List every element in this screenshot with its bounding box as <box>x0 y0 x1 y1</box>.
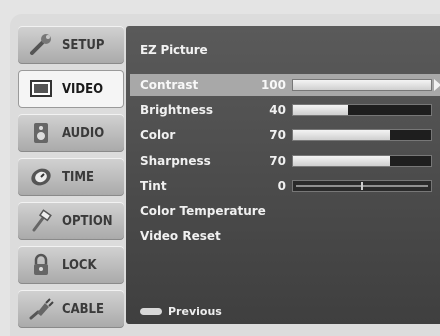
tab-option[interactable]: OPTION <box>18 202 124 240</box>
clock-icon <box>26 164 56 190</box>
previous-label: Previous <box>168 305 222 318</box>
monitor-icon <box>26 76 56 102</box>
cable-plug-icon <box>26 296 56 322</box>
setting-color[interactable]: Color 70 <box>130 124 440 146</box>
slider-fill <box>293 105 349 115</box>
menu-video-reset[interactable]: Video Reset <box>130 225 440 247</box>
tab-time[interactable]: TIME <box>18 158 124 196</box>
setting-label: Brightness <box>140 103 214 117</box>
setting-label: Contrast <box>140 78 199 92</box>
setting-label: Sharpness <box>140 154 211 168</box>
tab-label: AUDIO <box>62 125 105 141</box>
speaker-icon <box>26 120 56 146</box>
panel-title[interactable]: EZ Picture <box>140 43 208 57</box>
tab-label: OPTION <box>62 213 113 229</box>
menu-tabs: SETUP VIDEO AUDIO TIME OPTION LOCK CABLE <box>18 26 124 334</box>
hammer-icon <box>26 208 56 234</box>
setting-value: 0 <box>277 179 286 193</box>
setting-value: 70 <box>269 128 286 142</box>
slider-fill <box>293 156 390 166</box>
tab-audio[interactable]: AUDIO <box>18 114 124 152</box>
arrow-right-icon <box>434 79 440 91</box>
setting-value: 40 <box>269 103 286 117</box>
slider-fill <box>293 130 390 140</box>
contrast-slider[interactable] <box>292 79 432 91</box>
wrench-icon <box>26 32 56 58</box>
setting-tint[interactable]: Tint 0 <box>130 175 440 197</box>
tab-label: TIME <box>62 169 94 185</box>
setting-sharpness[interactable]: Sharpness 70 <box>130 150 440 172</box>
setting-value: 100 <box>260 78 286 92</box>
setting-contrast[interactable]: Contrast 100 <box>130 74 440 96</box>
tab-lock[interactable]: LOCK <box>18 246 124 284</box>
osd-menu: SETUP VIDEO AUDIO TIME OPTION LOCK CABLE… <box>10 14 440 336</box>
tab-label: CABLE <box>62 301 104 317</box>
setting-label: Color <box>140 128 176 142</box>
tint-marker <box>361 182 363 190</box>
tab-label: VIDEO <box>62 81 104 97</box>
tab-setup[interactable]: SETUP <box>18 26 124 64</box>
menu-label: Color Temperature <box>140 204 266 218</box>
tint-slider[interactable] <box>292 180 432 192</box>
setting-brightness[interactable]: Brightness 40 <box>130 99 440 121</box>
tab-label: SETUP <box>62 37 105 53</box>
footer-hint: Previous <box>140 305 222 318</box>
menu-label: Video Reset <box>140 229 221 243</box>
sharpness-slider[interactable] <box>292 155 432 167</box>
setting-label: Tint <box>140 179 167 193</box>
menu-color-temperature[interactable]: Color Temperature <box>130 200 440 222</box>
brightness-slider[interactable] <box>292 104 432 116</box>
menu-button-icon <box>140 308 162 315</box>
setting-value: 70 <box>269 154 286 168</box>
slider-fill <box>293 80 431 90</box>
tab-cable[interactable]: CABLE <box>18 290 124 328</box>
padlock-icon <box>26 252 56 278</box>
tab-video[interactable]: VIDEO <box>18 70 124 108</box>
tab-label: LOCK <box>62 257 97 273</box>
video-panel: EZ Picture Contrast 100 Brightness 40 Co… <box>126 26 440 324</box>
color-slider[interactable] <box>292 129 432 141</box>
